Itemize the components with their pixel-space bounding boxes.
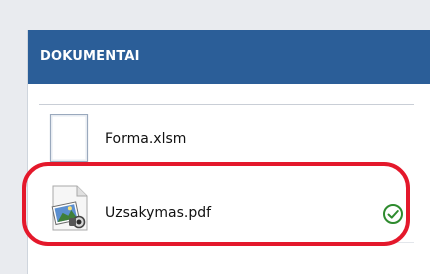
document-name: Forma.xlsm bbox=[105, 131, 187, 147]
document-item-uzsakymas[interactable]: Uzsakymas.pdf bbox=[28, 184, 430, 234]
blank-file-icon bbox=[49, 114, 89, 162]
document-name: Uzsakymas.pdf bbox=[105, 205, 212, 221]
document-item-forma[interactable]: Forma.xlsm bbox=[28, 114, 430, 164]
header-divider bbox=[39, 104, 414, 105]
panel-title: DOKUMENTAI bbox=[40, 49, 140, 64]
documents-panel: DOKUMENTAI Forma.xlsm Uzsakymas.pdf bbox=[27, 30, 430, 274]
pdf-file-icon bbox=[51, 185, 88, 231]
row-divider bbox=[39, 242, 414, 243]
check-circle-icon bbox=[383, 204, 403, 224]
panel-header: DOKUMENTAI bbox=[28, 30, 430, 84]
